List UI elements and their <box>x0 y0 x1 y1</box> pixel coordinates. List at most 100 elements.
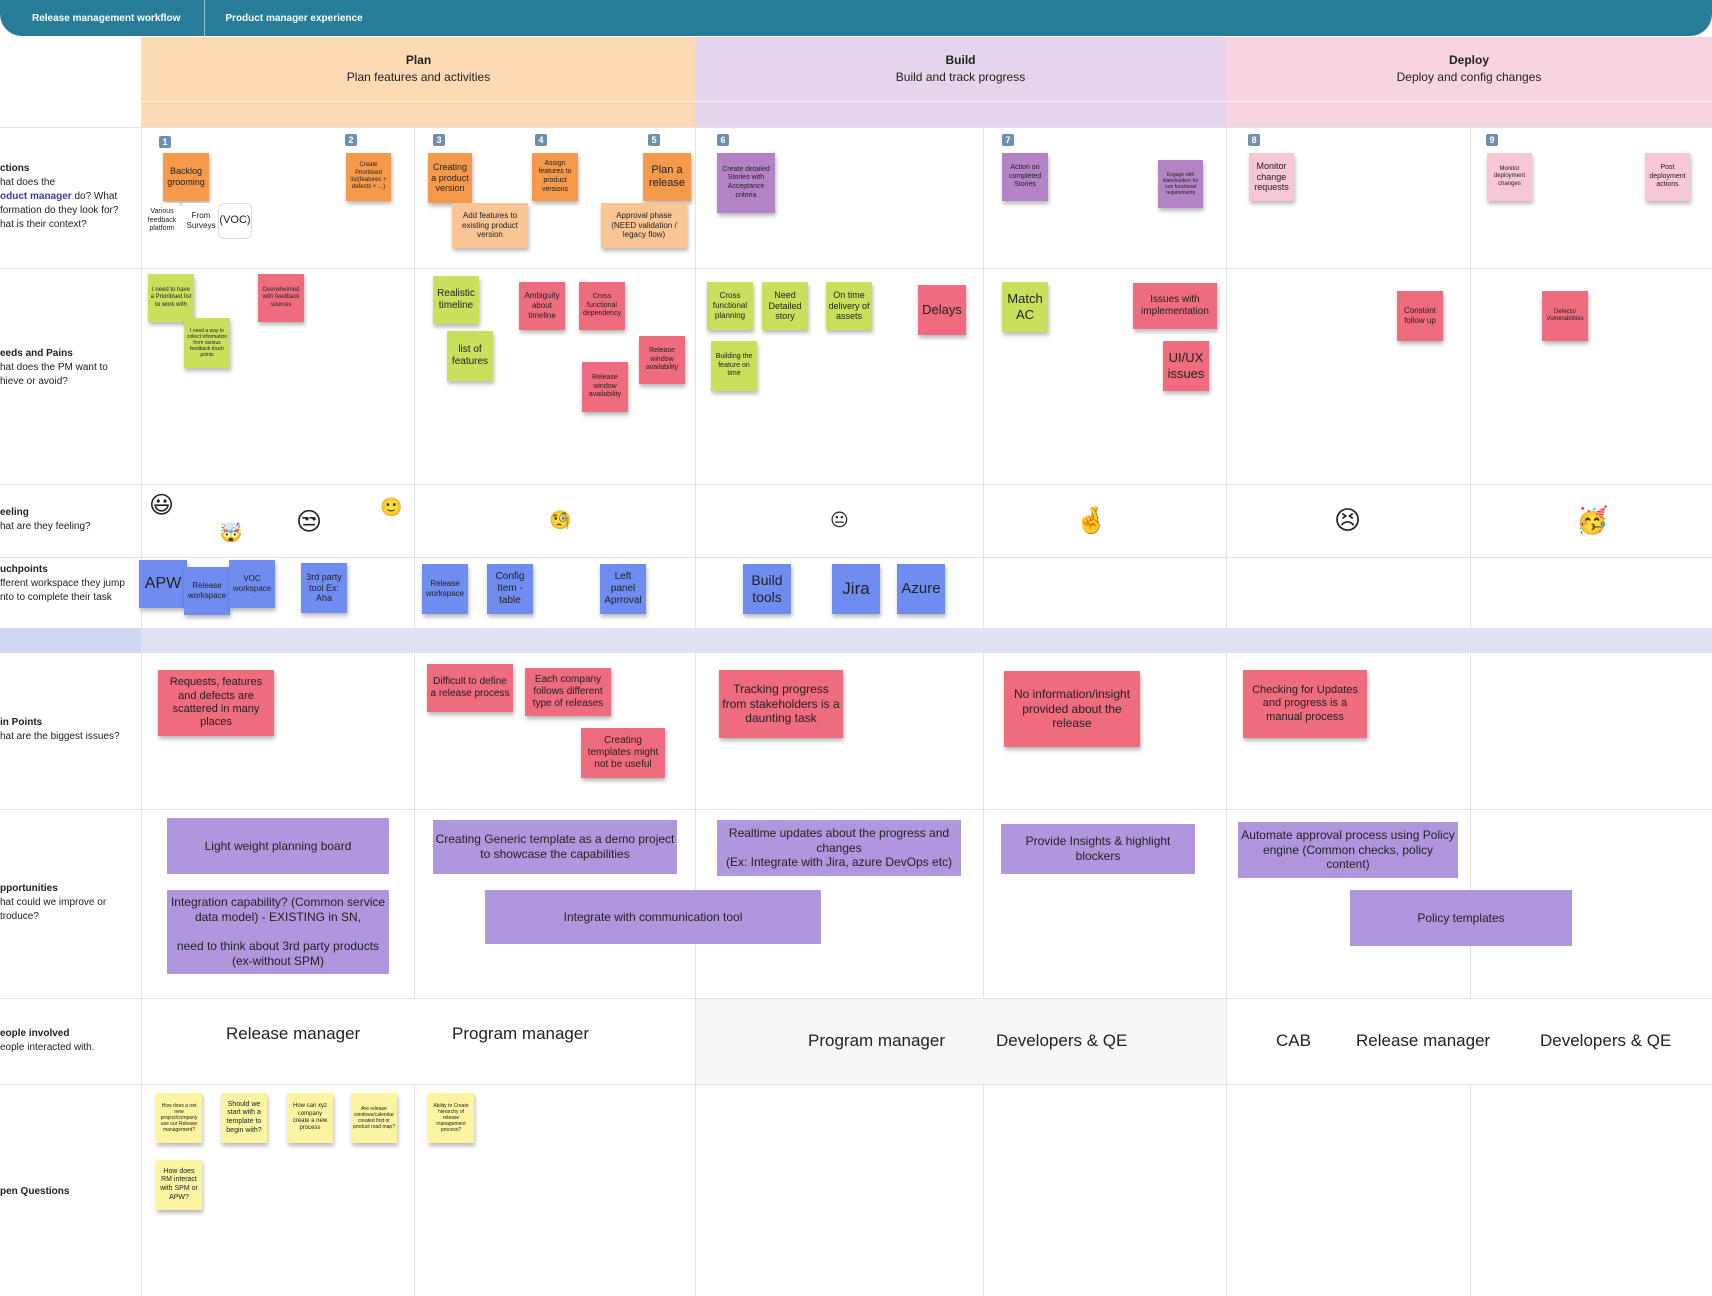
sticky-note[interactable]: Cross functional dependency <box>579 282 625 330</box>
sticky-note[interactable]: Assign features to product versions <box>532 153 578 201</box>
step-number: 6 <box>717 134 729 146</box>
sticky-note[interactable]: Jira <box>832 564 880 614</box>
sticky-note[interactable]: Creating a product version <box>428 153 472 203</box>
sticky-note[interactable]: list of features <box>447 331 493 381</box>
sticky-note[interactable]: Backlog grooming <box>163 153 209 201</box>
sticky-note[interactable]: Plan a release <box>643 153 691 201</box>
opportunity-card[interactable]: Light weight planning board <box>167 818 389 874</box>
phase-build-subtitle: Build and track progress <box>895 70 1026 84</box>
grid-h <box>0 809 1712 810</box>
tab-pm-experience[interactable]: Product manager experience <box>205 0 386 36</box>
sticky-note[interactable]: Building the feature on time <box>711 341 757 391</box>
grid-v <box>1226 127 1227 1296</box>
sticky-note[interactable]: Monitor change requests <box>1249 153 1294 201</box>
phase-plan-title: Plan <box>405 53 432 67</box>
person-label: Developers & QE <box>996 1031 1128 1050</box>
sticky-note[interactable]: Release window availability <box>582 362 628 412</box>
row-line: hat could we improve or <box>0 897 107 908</box>
sticky-note[interactable]: Difficult to define a release process <box>427 664 513 712</box>
sticky-note[interactable]: Realistic timeline <box>433 276 479 324</box>
sticky-note[interactable]: Action on completed Stories <box>1002 153 1048 201</box>
sticky-note[interactable]: Constant follow up <box>1397 291 1443 341</box>
opportunity-card[interactable]: Integration capability? (Common service … <box>167 890 389 974</box>
row-line: nto to complete their task <box>0 592 112 603</box>
sticky-note[interactable]: Defects/ Vulnerabilities <box>1542 291 1588 341</box>
sticky-note[interactable]: Checking for Updates and progress is a m… <box>1243 670 1367 738</box>
sticky-note[interactable]: Add features to existing product version <box>452 203 528 248</box>
sticky-note[interactable]: Build tools <box>743 564 791 614</box>
slight-smile-icon: 🙂 <box>380 497 403 518</box>
sticky-note[interactable]: Overwhelmed with feedback sources <box>258 274 304 322</box>
step-number: 5 <box>648 134 660 146</box>
row-label-questions: pen Questions <box>0 1185 140 1199</box>
sticky-note[interactable]: On time delivery of assets <box>826 282 872 330</box>
sticky-note[interactable]: How does a net new project/company use o… <box>156 1093 202 1143</box>
sticky-note[interactable]: How does RM interact with SPM or APW? <box>156 1160 202 1210</box>
row-line-highlight: oduct manager <box>0 191 72 202</box>
sticky-note[interactable]: Various feedback platform <box>145 203 179 239</box>
phase-deploy-title: Deploy <box>1448 53 1489 67</box>
top-bar: Release management workflow Product mana… <box>0 0 1712 36</box>
sticky-note[interactable]: Ability to Create hierarchy of release m… <box>428 1093 474 1143</box>
sticky-note[interactable]: Release window availability <box>639 336 685 384</box>
sticky-note[interactable]: No information/insight provided about th… <box>1004 671 1140 747</box>
sticky-note[interactable]: Issues with implementation <box>1133 283 1217 329</box>
sticky-note[interactable]: Are release windows/calendar created fir… <box>351 1093 397 1143</box>
tab-release-workflow[interactable]: Release management workflow <box>0 0 204 36</box>
partying-face-icon: 🥳 <box>1576 506 1609 536</box>
sticky-note[interactable]: I need to have a Prioritised list to wor… <box>148 274 194 322</box>
sticky-note[interactable]: Each company follows different type of r… <box>525 668 611 716</box>
row-label-needs: eeds and Pains hat does the PM want to h… <box>0 347 140 389</box>
opportunity-card[interactable]: Realtime updates about the progress and … <box>717 820 961 876</box>
row-label-touchpoints: uchpoints fferent workspace they jump nt… <box>0 563 140 605</box>
opportunity-card[interactable]: Integrate with communication tool <box>485 890 821 944</box>
row-line: fferent workspace they jump <box>0 578 125 589</box>
sticky-note[interactable]: APW <box>139 560 187 608</box>
people-band <box>695 998 1226 1084</box>
sticky-note[interactable]: Monitor deployment changes <box>1487 153 1532 201</box>
persevering-face-icon: 😣 <box>1334 506 1362 536</box>
opportunity-card[interactable]: Policy templates <box>1350 890 1572 946</box>
sticky-note[interactable]: Create Prioritised list(features + defec… <box>346 153 391 201</box>
step-number: 1 <box>159 136 171 148</box>
sticky-note[interactable]: VOC workspace <box>229 560 275 608</box>
sticky-note[interactable]: Need Detailed story <box>762 282 808 330</box>
sticky-note[interactable]: Release workspace <box>184 567 230 615</box>
row-label-people: eople involved eople interacted with. <box>0 1027 140 1055</box>
sticky-note[interactable]: Engage with stakeholders for non functio… <box>1158 160 1203 208</box>
sticky-note[interactable]: Post deployment actions <box>1645 153 1690 201</box>
sticky-note[interactable]: Azure <box>897 564 945 614</box>
row-title-feeling: eeling <box>0 507 29 518</box>
opportunity-card[interactable]: Creating Generic template as a demo proj… <box>433 820 677 874</box>
phase-build: Build Build and track progress <box>695 37 1226 127</box>
sticky-note[interactable]: Tracking progress from stakeholders is a… <box>719 670 843 738</box>
sticky-note[interactable]: Delays <box>918 285 966 335</box>
row-line: hat are the biggest issues? <box>0 731 120 742</box>
sticky-note[interactable]: Config Item - table <box>487 564 533 614</box>
row-title-people: eople involved <box>0 1028 70 1039</box>
row-label-painpoints: in Points hat are the biggest issues? <box>0 716 140 744</box>
sticky-note[interactable]: I need a way to collect information from… <box>184 318 230 368</box>
phase-deploy: Deploy Deploy and config changes <box>1226 37 1712 127</box>
sticky-note[interactable]: UI/UX issues <box>1163 341 1209 391</box>
grinning-face-icon: 😃 <box>149 491 175 519</box>
sticky-note[interactable]: Cross functional planning <box>707 282 753 330</box>
sticky-note[interactable]: Ambiguity about timeline <box>519 282 565 330</box>
sticky-note[interactable]: Release workspace <box>422 564 468 614</box>
sticky-note[interactable]: Approval phase (NEED validation / legacy… <box>601 203 687 248</box>
opportunity-card[interactable]: Provide Insights & highlight blockers <box>1001 824 1195 874</box>
opportunity-card[interactable]: Automate approval process using Policy e… <box>1238 822 1458 878</box>
sticky-note[interactable]: 3rd party tool Ex: Aha <box>301 563 347 613</box>
grid-h <box>0 1084 1712 1085</box>
sticky-note[interactable]: (VOC) <box>218 203 252 239</box>
crossed-fingers-icon: 🤞 <box>1075 506 1108 536</box>
sticky-note[interactable]: Create detailed Stories with Acceptance … <box>717 153 775 213</box>
sticky-note[interactable]: Requests, features and defects are scatt… <box>158 670 274 736</box>
sticky-note[interactable]: Should we start with a template to begin… <box>221 1093 267 1143</box>
sticky-note[interactable]: Match AC <box>1002 282 1048 332</box>
sticky-note[interactable]: Left panel Aprroval <box>600 564 646 614</box>
sticky-note[interactable]: How can xyz company create a new process <box>287 1093 333 1143</box>
sticky-note[interactable]: Creating templates might not be useful <box>581 728 665 778</box>
row-title-questions: pen Questions <box>0 1186 70 1197</box>
sticky-note[interactable]: From Surveys <box>183 203 219 239</box>
